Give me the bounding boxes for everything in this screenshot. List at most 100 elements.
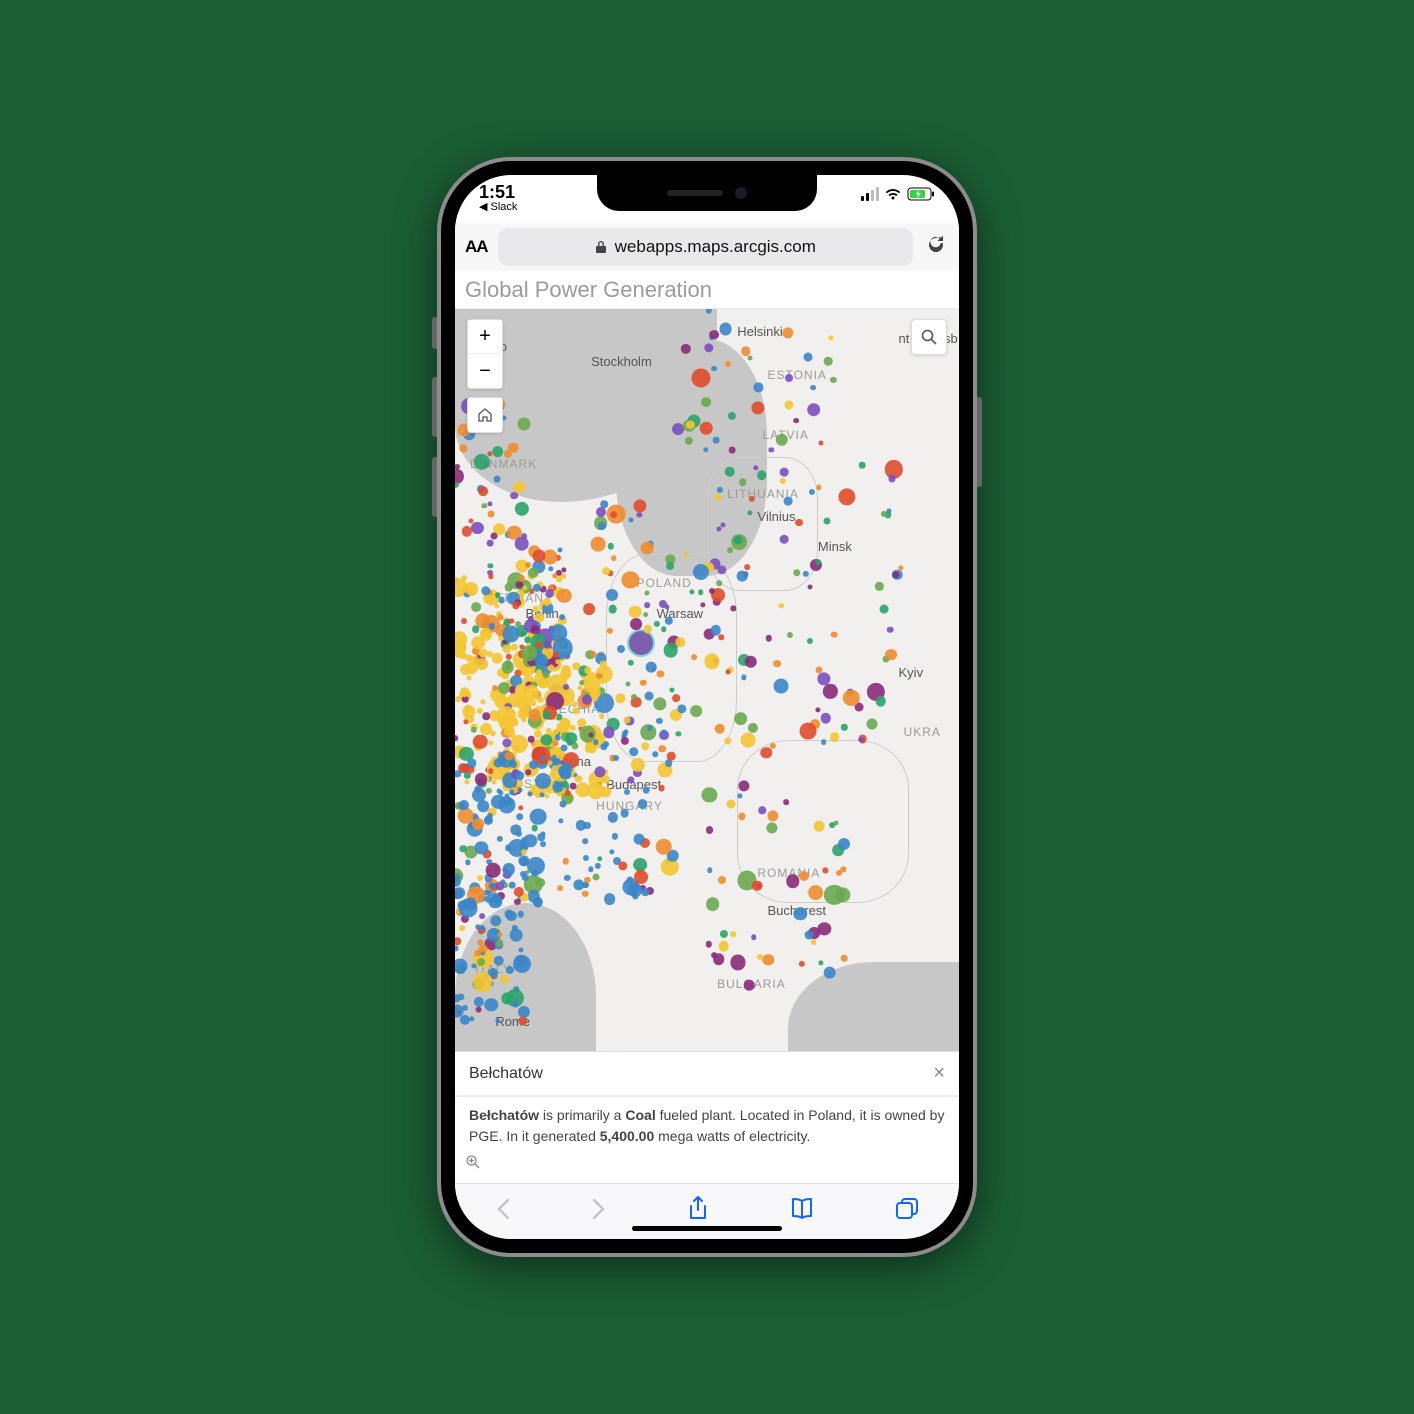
plant-marker[interactable]: [573, 707, 580, 714]
plant-marker[interactable]: [495, 1018, 500, 1023]
plant-marker[interactable]: [502, 644, 511, 653]
home-button[interactable]: [468, 398, 502, 432]
plant-marker[interactable]: [627, 776, 634, 783]
plant-marker[interactable]: [803, 571, 809, 577]
plant-marker[interactable]: [751, 934, 757, 940]
plant-marker[interactable]: [477, 958, 485, 966]
plant-marker[interactable]: [823, 684, 837, 698]
plant-marker[interactable]: [597, 856, 602, 861]
plant-marker[interactable]: [665, 759, 673, 767]
plant-marker[interactable]: [823, 868, 828, 873]
plant-marker[interactable]: [471, 602, 481, 612]
plant-marker[interactable]: [656, 838, 673, 855]
plant-marker[interactable]: [630, 618, 642, 630]
plant-marker[interactable]: [553, 741, 558, 746]
plant-marker[interactable]: [676, 637, 685, 646]
plant-marker[interactable]: [643, 612, 649, 618]
plant-marker[interactable]: [800, 723, 817, 740]
plant-marker[interactable]: [705, 309, 711, 314]
nav-back-button[interactable]: [495, 1198, 511, 1225]
plant-marker[interactable]: [493, 955, 503, 965]
plant-marker[interactable]: [532, 550, 545, 563]
plant-marker[interactable]: [759, 807, 766, 814]
plant-marker[interactable]: [487, 510, 494, 517]
plant-marker[interactable]: [606, 590, 618, 602]
plant-marker[interactable]: [497, 836, 503, 842]
plant-marker[interactable]: [593, 740, 599, 746]
plant-marker[interactable]: [501, 975, 509, 983]
plant-marker[interactable]: [455, 631, 467, 647]
plant-marker[interactable]: [786, 875, 799, 888]
plant-marker[interactable]: [760, 747, 771, 758]
plant-marker[interactable]: [824, 518, 831, 525]
plant-marker[interactable]: [626, 681, 631, 686]
plant-marker[interactable]: [700, 603, 705, 608]
plant-marker[interactable]: [640, 680, 646, 686]
plant-marker[interactable]: [629, 747, 639, 757]
plant-marker[interactable]: [514, 899, 520, 905]
map-search-button[interactable]: [911, 319, 947, 355]
plant-marker[interactable]: [622, 572, 639, 589]
plant-marker[interactable]: [515, 670, 522, 677]
plant-marker[interactable]: [887, 627, 894, 634]
plant-marker[interactable]: [459, 800, 469, 810]
plant-marker[interactable]: [468, 519, 473, 524]
map-canvas[interactable]: DENMARK GERMANY POLAND CZECHIA AUSTRIA H…: [455, 309, 959, 1051]
plant-marker[interactable]: [867, 719, 878, 730]
plant-marker[interactable]: [823, 966, 836, 979]
plant-marker[interactable]: [509, 619, 514, 624]
plant-marker[interactable]: [464, 779, 469, 784]
plant-marker[interactable]: [819, 441, 824, 446]
plant-marker[interactable]: [793, 569, 800, 576]
plant-marker[interactable]: [787, 632, 793, 638]
plant-marker[interactable]: [588, 867, 593, 872]
plant-marker[interactable]: [508, 442, 519, 453]
plant-marker[interactable]: [509, 789, 515, 795]
plant-marker[interactable]: [724, 466, 735, 477]
plant-marker[interactable]: [748, 723, 758, 733]
plant-marker[interactable]: [511, 644, 518, 651]
plant-marker[interactable]: [785, 400, 794, 409]
plant-marker[interactable]: [691, 368, 710, 387]
plant-marker[interactable]: [467, 758, 477, 768]
plant-marker[interactable]: [515, 502, 529, 516]
plant-marker[interactable]: [780, 478, 786, 484]
plant-marker[interactable]: [713, 954, 725, 966]
plant-marker[interactable]: [543, 549, 558, 564]
plant-marker[interactable]: [676, 731, 681, 736]
plant-marker[interactable]: [654, 621, 660, 627]
plant-marker[interactable]: [631, 758, 645, 772]
plant-marker[interactable]: [808, 885, 824, 901]
plant-marker[interactable]: [690, 705, 702, 717]
plant-marker[interactable]: [767, 823, 778, 834]
plant-marker[interactable]: [691, 654, 697, 660]
plant-marker[interactable]: [795, 519, 803, 527]
plant-marker[interactable]: [643, 787, 650, 794]
plant-marker[interactable]: [513, 955, 531, 973]
plant-marker[interactable]: [541, 755, 546, 760]
plant-marker[interactable]: [455, 946, 459, 951]
plant-marker[interactable]: [731, 606, 736, 611]
plant-marker[interactable]: [479, 925, 485, 931]
plant-marker[interactable]: [830, 377, 836, 383]
plant-marker[interactable]: [886, 508, 891, 513]
plant-marker[interactable]: [582, 855, 588, 861]
plant-marker[interactable]: [793, 418, 799, 424]
plant-marker[interactable]: [741, 346, 751, 356]
nav-forward-button[interactable]: [591, 1198, 607, 1225]
plant-marker[interactable]: [550, 625, 568, 643]
plant-marker[interactable]: [497, 706, 517, 726]
plant-marker[interactable]: [557, 885, 563, 891]
plant-marker[interactable]: [543, 598, 551, 606]
plant-marker[interactable]: [685, 437, 693, 445]
plant-marker[interactable]: [718, 635, 724, 641]
plant-marker[interactable]: [481, 503, 486, 508]
plant-marker[interactable]: [477, 875, 483, 881]
plant-marker[interactable]: [531, 869, 538, 876]
plant-marker[interactable]: [658, 745, 665, 752]
plant-marker[interactable]: [663, 643, 678, 658]
plant-marker[interactable]: [548, 566, 553, 571]
plant-marker[interactable]: [814, 821, 825, 832]
plant-marker[interactable]: [611, 555, 617, 561]
plant-marker[interactable]: [611, 833, 617, 839]
